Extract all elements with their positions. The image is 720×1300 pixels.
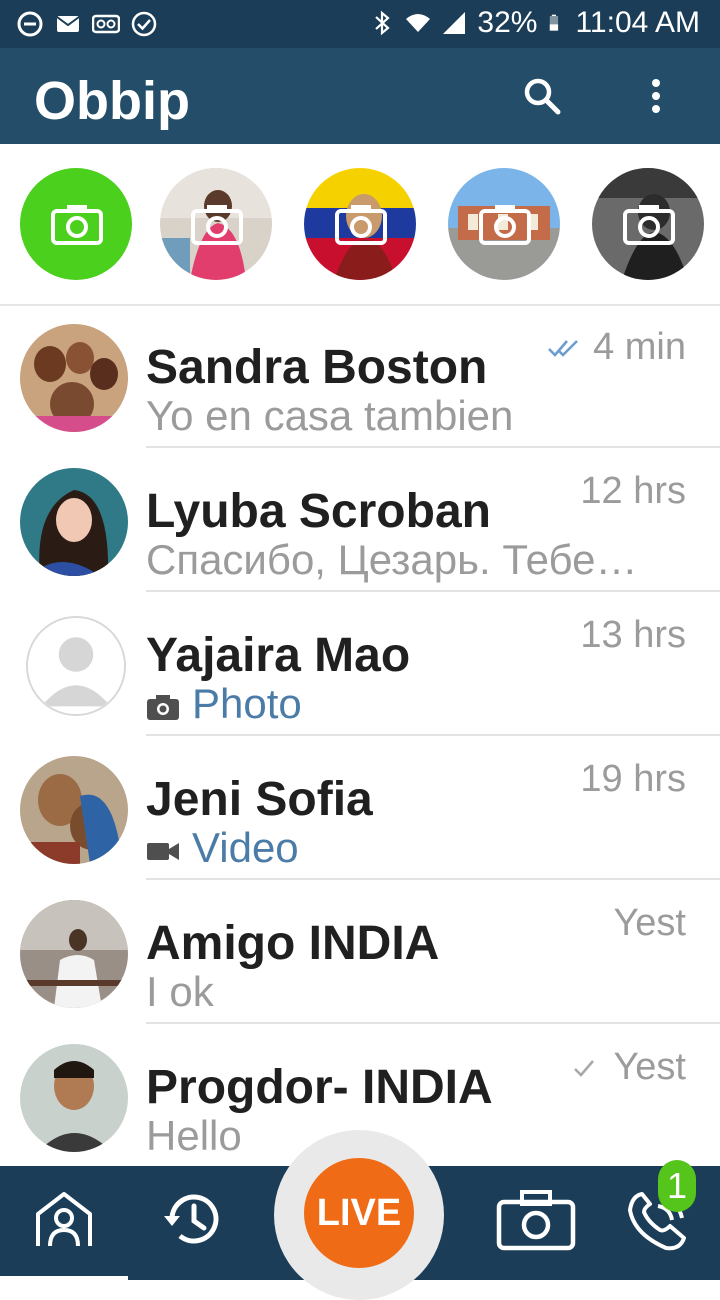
contact-name: Jeni Sofia xyxy=(146,773,373,826)
camera-icon xyxy=(479,205,531,245)
contact-name: Sandra Boston xyxy=(146,341,488,394)
check-circle-icon xyxy=(131,11,157,37)
message-time: 19 hrs xyxy=(580,758,686,801)
chat-row[interactable]: Sandra Boston Yo en casa tambien 4 min xyxy=(0,304,720,448)
chat-row[interactable]: Yajaira Mao Photo 13 hrs xyxy=(0,592,720,736)
voicemail-icon xyxy=(92,14,120,34)
camera-icon[interactable] xyxy=(496,1188,576,1252)
clock: 11:04 AM xyxy=(575,6,700,39)
avatar xyxy=(20,900,128,1008)
active-tab-indicator xyxy=(0,1276,128,1280)
media-label: Video xyxy=(192,824,299,871)
story-avatar[interactable] xyxy=(304,168,416,280)
story-avatar[interactable] xyxy=(448,168,560,280)
contacts-icon[interactable] xyxy=(32,1188,96,1252)
contact-name: Amigo INDIA xyxy=(146,917,440,970)
battery-icon xyxy=(550,14,559,31)
stories-row xyxy=(0,144,720,306)
avatar xyxy=(20,1044,128,1152)
search-icon[interactable] xyxy=(518,72,566,120)
message-time: Yest xyxy=(613,902,686,945)
last-message: I ok xyxy=(146,968,214,1015)
last-message: Photo xyxy=(146,680,686,728)
time-label: 12 hrs xyxy=(580,470,686,512)
camera-icon xyxy=(51,205,103,245)
status-icons-right: 32% 11:04 AM xyxy=(369,6,700,40)
notification-badge: 1 xyxy=(658,1160,696,1212)
app-title: Obbip xyxy=(34,71,190,131)
story-avatar[interactable] xyxy=(160,168,272,280)
camera-icon xyxy=(147,694,179,720)
avatar xyxy=(20,468,128,576)
message-time: 13 hrs xyxy=(580,614,686,657)
camera-icon xyxy=(623,205,675,245)
camera-icon xyxy=(191,205,243,245)
camera-icon xyxy=(335,205,387,245)
live-button[interactable]: LIVE xyxy=(304,1158,414,1268)
message-time: 12 hrs xyxy=(580,470,686,513)
last-message: Спасибо, Цезарь. Тебе… xyxy=(146,536,638,583)
double-check-icon xyxy=(548,339,578,357)
status-bar: 32% 11:04 AM xyxy=(0,0,720,48)
contact-name: Progdor- INDIA xyxy=(146,1061,493,1114)
chat-row[interactable]: Jeni Sofia Video 19 hrs xyxy=(0,736,720,880)
history-icon[interactable] xyxy=(160,1188,224,1252)
avatar xyxy=(20,324,128,432)
add-story-button[interactable] xyxy=(20,168,132,280)
avatar xyxy=(20,756,128,864)
chat-row[interactable]: Lyuba Scroban Спасибо, Цезарь. Тебе… 12 … xyxy=(0,448,720,592)
bluetooth-icon xyxy=(375,10,391,36)
time-label: Yest xyxy=(613,902,686,944)
time-label: 19 hrs xyxy=(580,758,686,800)
app-bar: Obbip xyxy=(0,48,720,144)
mail-icon xyxy=(56,16,80,32)
signal-icon xyxy=(443,12,466,34)
videocam-icon xyxy=(147,842,179,860)
media-label: Photo xyxy=(192,680,302,727)
message-time: Yest xyxy=(567,1046,686,1089)
last-message: Yo en casa tambien xyxy=(146,392,514,439)
contact-name: Yajaira Mao xyxy=(146,629,411,682)
status-icons-left xyxy=(16,10,158,38)
battery-percent: 32% xyxy=(477,6,538,39)
time-label: 4 min xyxy=(593,326,686,368)
wifi-icon xyxy=(406,14,431,32)
do-not-disturb-icon xyxy=(17,11,43,37)
check-icon xyxy=(574,1059,595,1077)
time-label: 13 hrs xyxy=(580,614,686,656)
message-time: 4 min xyxy=(547,326,686,369)
story-avatar[interactable] xyxy=(592,168,704,280)
more-vert-icon[interactable] xyxy=(632,72,680,120)
last-message: Video xyxy=(146,824,686,872)
contact-name: Lyuba Scroban xyxy=(146,485,491,538)
default-avatar-icon xyxy=(26,616,126,716)
time-label: Yest xyxy=(613,1046,686,1088)
chat-row[interactable]: Amigo INDIA I ok Yest xyxy=(0,880,720,1024)
